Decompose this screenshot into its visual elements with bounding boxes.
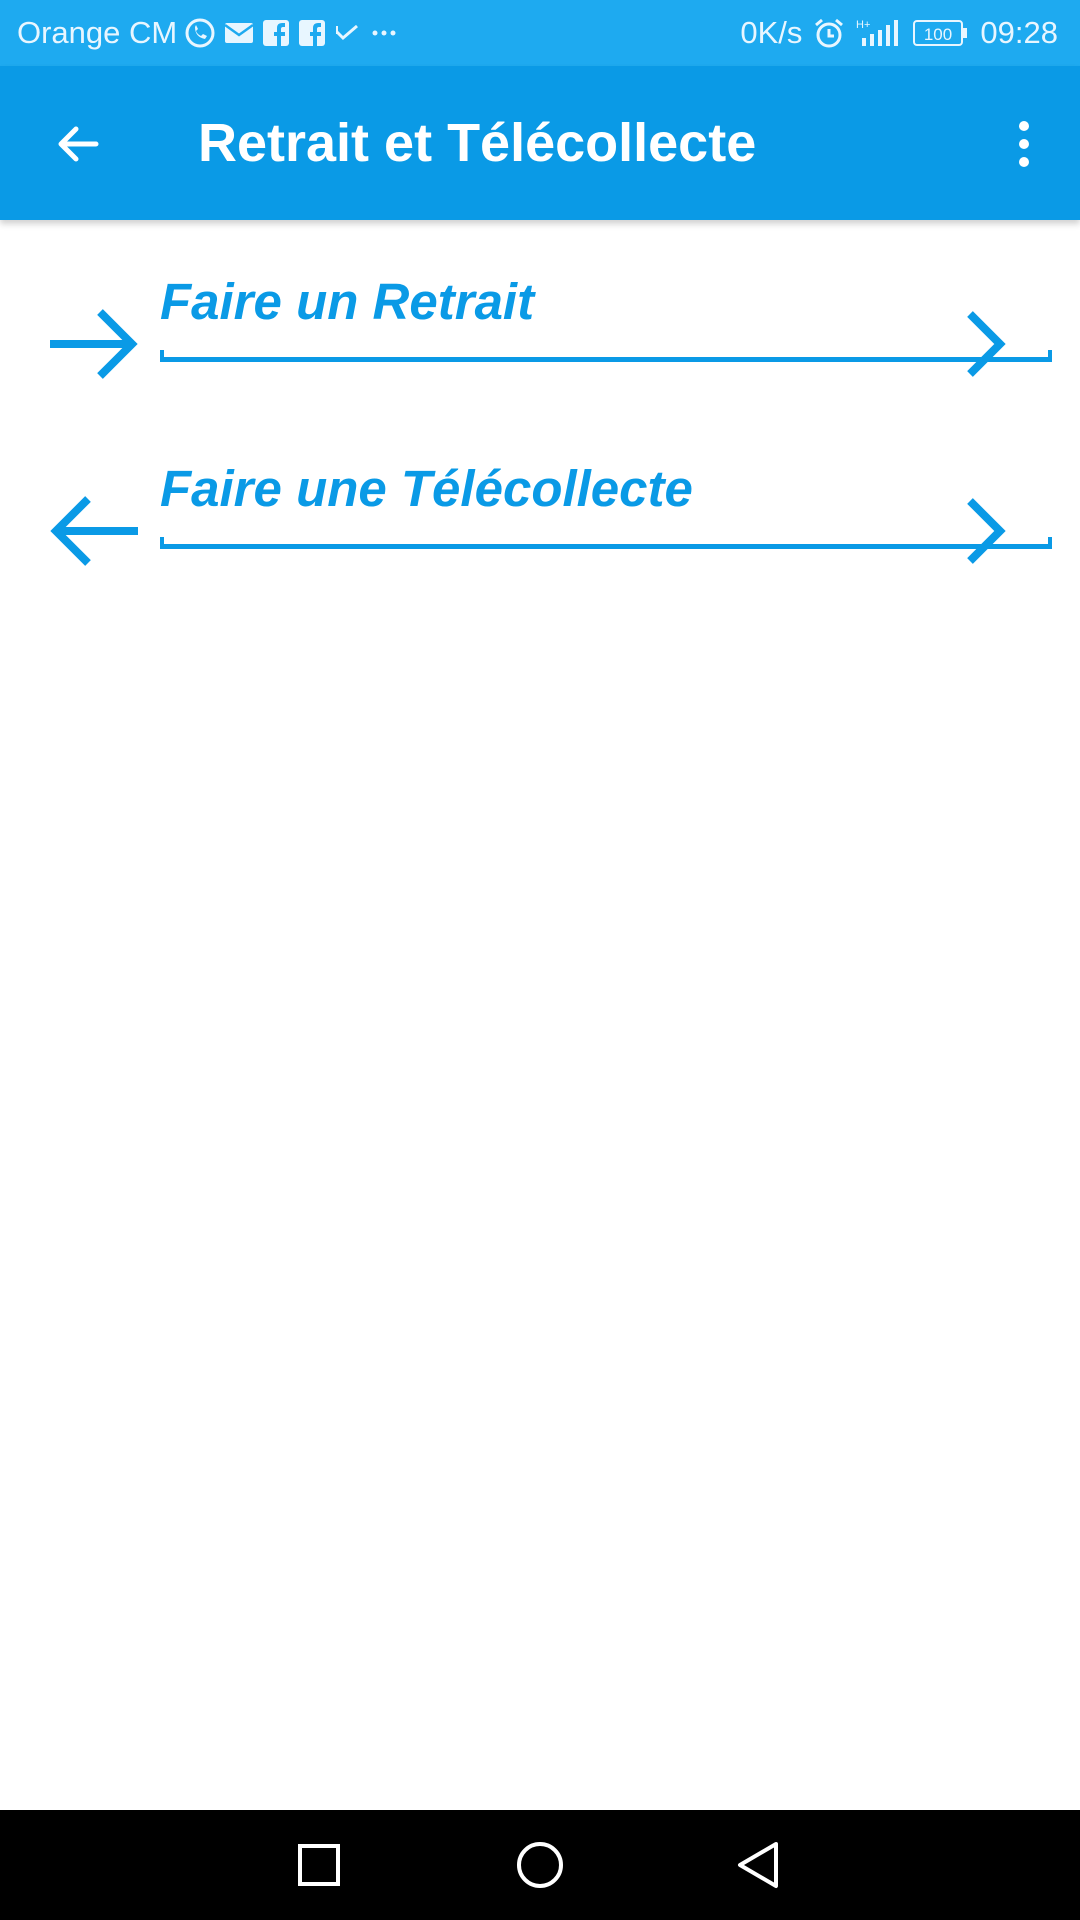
more-vert-icon (1019, 121, 1029, 167)
facebook-icon (261, 18, 291, 48)
signal-icon: H+ (856, 16, 902, 50)
network-speed: 0K/s (740, 15, 803, 50)
svg-text:H+: H+ (856, 19, 870, 31)
arrow-left-icon (58, 126, 99, 162)
whatsapp-icon (183, 16, 217, 50)
navigation-bar (0, 1810, 1080, 1920)
back-icon (738, 1842, 778, 1888)
status-left: Orange CM (17, 0, 399, 66)
chevron-right-icon (967, 498, 1006, 564)
arrow-right-icon (50, 309, 138, 379)
recent-apps-icon (298, 1844, 340, 1886)
app-bar: Retrait et Télécollecte (0, 66, 1080, 220)
menu-item-label: Faire une Télécollecte (160, 460, 693, 517)
check-icon (333, 18, 363, 48)
more-notifications-icon (369, 18, 399, 48)
page-title: Retrait et Télécollecte (198, 113, 757, 173)
overflow-menu-button[interactable] (986, 106, 1062, 182)
mail-icon (223, 20, 255, 46)
status-right: 0K/s H+ 100 09:28 (740, 0, 1058, 66)
alarm-icon (812, 16, 846, 50)
home-icon (517, 1842, 563, 1888)
menu-item-telecollecte[interactable]: Faire une Télécollecte (0, 437, 1080, 607)
home-button[interactable] (505, 1830, 575, 1900)
menu-item-underline (160, 537, 1052, 549)
back-button[interactable] (40, 106, 116, 182)
menu-item-label: Faire un Retrait (160, 273, 535, 330)
back-nav-button[interactable] (724, 1830, 794, 1900)
chevron-right-icon (967, 311, 1006, 377)
menu-item-underline (160, 350, 1052, 362)
menu-item-retrait[interactable]: Faire un Retrait (0, 250, 1080, 420)
battery-level: 100 (924, 25, 952, 44)
recent-apps-button[interactable] (284, 1830, 354, 1900)
arrow-left-icon (50, 496, 138, 566)
carrier-name: Orange CM (17, 15, 178, 50)
battery-icon: 100 (912, 18, 970, 48)
facebook-icon (297, 18, 327, 48)
clock: 09:28 (980, 15, 1058, 50)
status-bar: Orange CM 0K/s H+ 100 09:28 (0, 0, 1080, 66)
